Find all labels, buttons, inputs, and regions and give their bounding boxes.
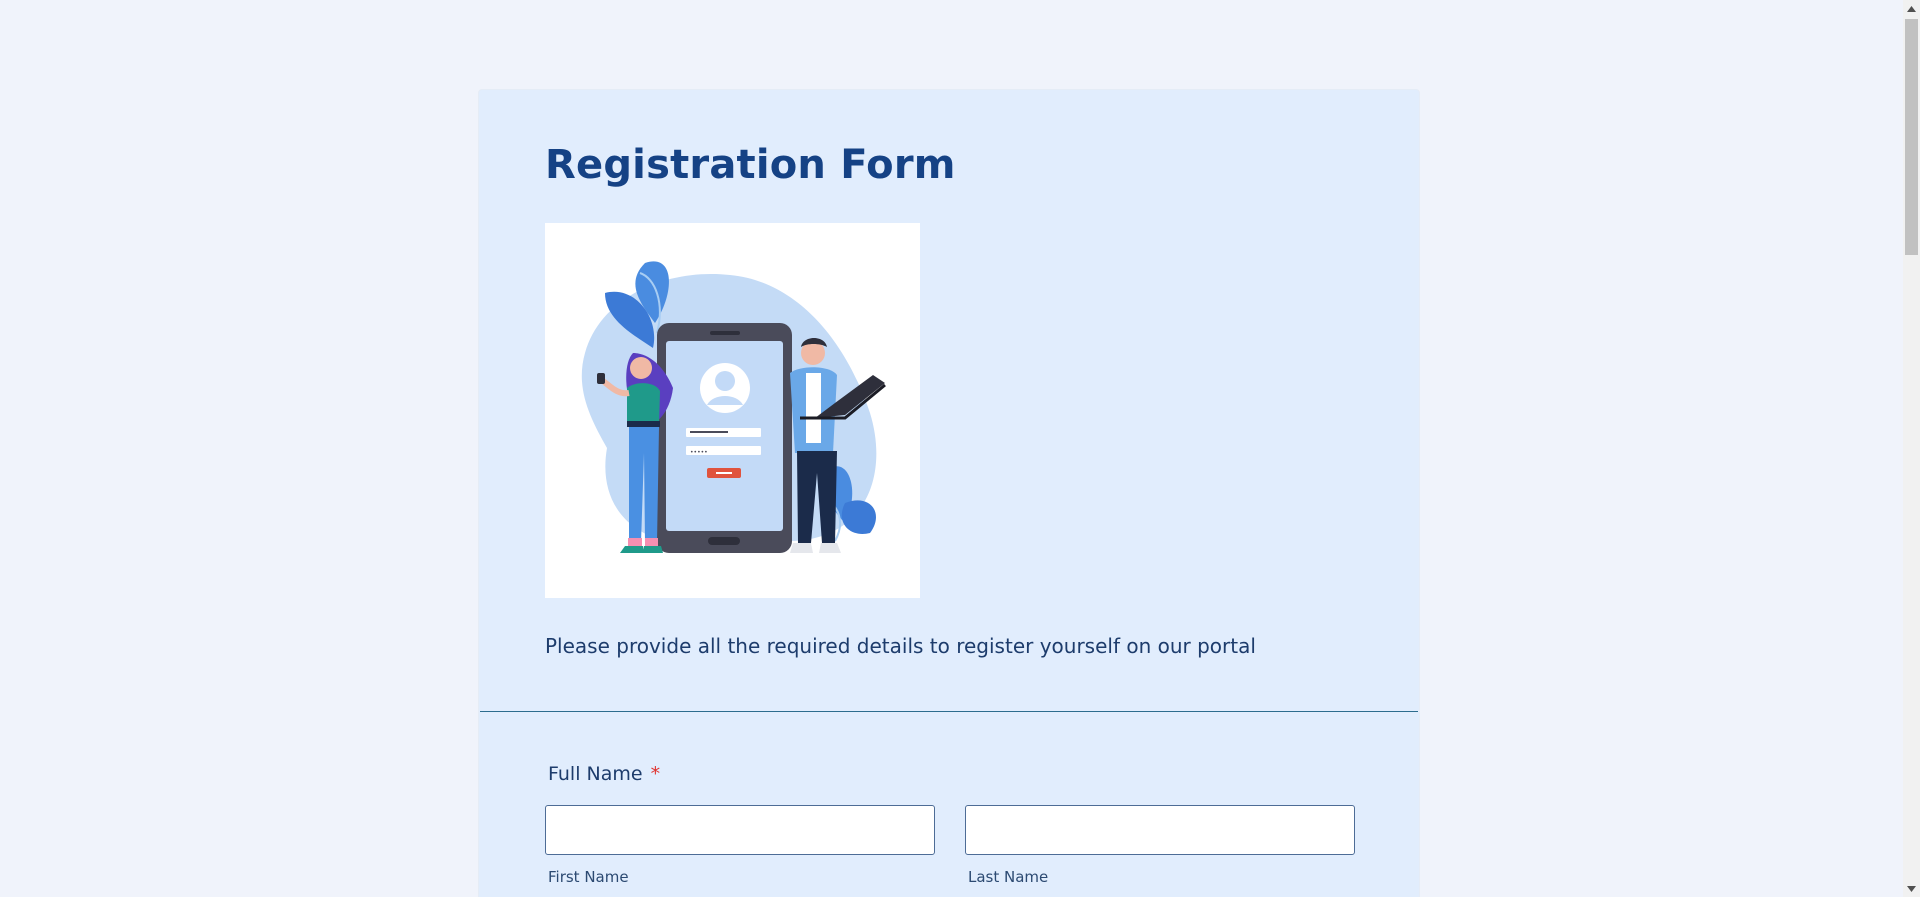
scroll-down-arrow-icon[interactable] xyxy=(1903,880,1920,897)
form-title: Registration Form xyxy=(545,142,956,188)
last-name-sublabel: Last Name xyxy=(968,868,1049,886)
scrollbar-thumb[interactable] xyxy=(1905,19,1918,255)
registration-illustration-svg: ••••• xyxy=(581,261,886,553)
form-description: Please provide all the required details … xyxy=(545,634,1256,658)
registration-form-card: Registration Form ••••• Please provide a… xyxy=(478,89,1420,897)
last-name-input[interactable] xyxy=(965,805,1355,855)
svg-text:•••••: ••••• xyxy=(690,449,708,456)
required-marker: * xyxy=(650,763,661,785)
full-name-label: Full Name * xyxy=(548,763,660,785)
page: Registration Form ••••• Please provide a… xyxy=(0,0,1920,897)
first-name-sublabel: First Name xyxy=(548,868,629,886)
first-name-input[interactable] xyxy=(545,805,935,855)
scroll-up-arrow-icon[interactable] xyxy=(1903,0,1920,17)
section-divider xyxy=(480,711,1418,712)
vertical-scrollbar[interactable] xyxy=(1903,0,1920,897)
full-name-label-text: Full Name xyxy=(548,763,643,785)
registration-illustration: ••••• xyxy=(545,223,920,598)
